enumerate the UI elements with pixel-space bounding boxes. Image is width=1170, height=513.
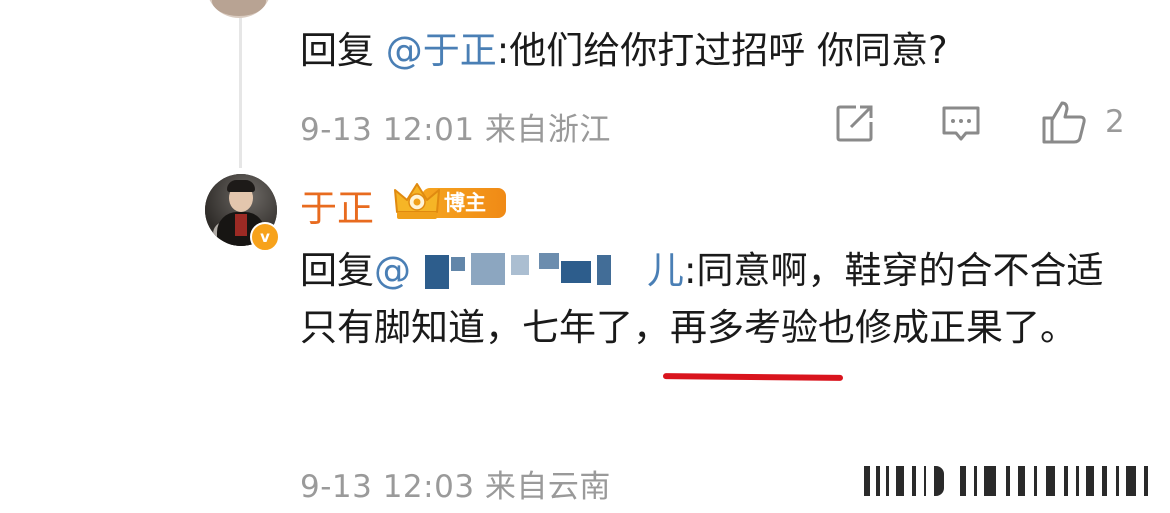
thread-connector-line [239,0,242,168]
share-icon[interactable] [834,102,876,144]
like-count: 2 [1105,104,1125,140]
username[interactable]: 于正 [300,178,374,232]
comment-meta: 9-13 12:03 来自云南 [300,469,611,505]
comment-icon[interactable] [940,103,982,145]
mention-tail: 儿 [647,249,684,292]
comment-body: 回复@ 儿:同意啊，鞋穿的合不合适只有脚知道，七年了，再多考验也修成正果了。 [300,242,1140,356]
blogger-badge: 博主 [392,180,508,222]
reply-prefix: 回复 [300,249,374,292]
crown-icon [394,183,440,219]
reply-prefix: 回复 [300,29,374,72]
mention-at: @ [374,249,411,292]
highlight-underline [662,373,844,381]
watermark [860,466,1160,496]
mention-link[interactable]: @于正 [386,29,497,72]
avatar[interactable] [206,0,272,18]
verified-icon: v [250,222,280,252]
comment-line1: :同意啊，鞋穿的合不 [684,249,1030,292]
mention-link[interactable]: @ 儿 [374,249,684,292]
reply-body: :他们给你打过招呼 你同意? [496,29,948,72]
redacted-username [411,251,647,291]
comment-meta: 9-13 12:01 来自浙江 [300,112,611,148]
reply-text: 回复 @于正:他们给你打过招呼 你同意? [300,20,948,74]
badge-label: 博主 [444,191,486,215]
like-icon[interactable] [1040,98,1088,146]
